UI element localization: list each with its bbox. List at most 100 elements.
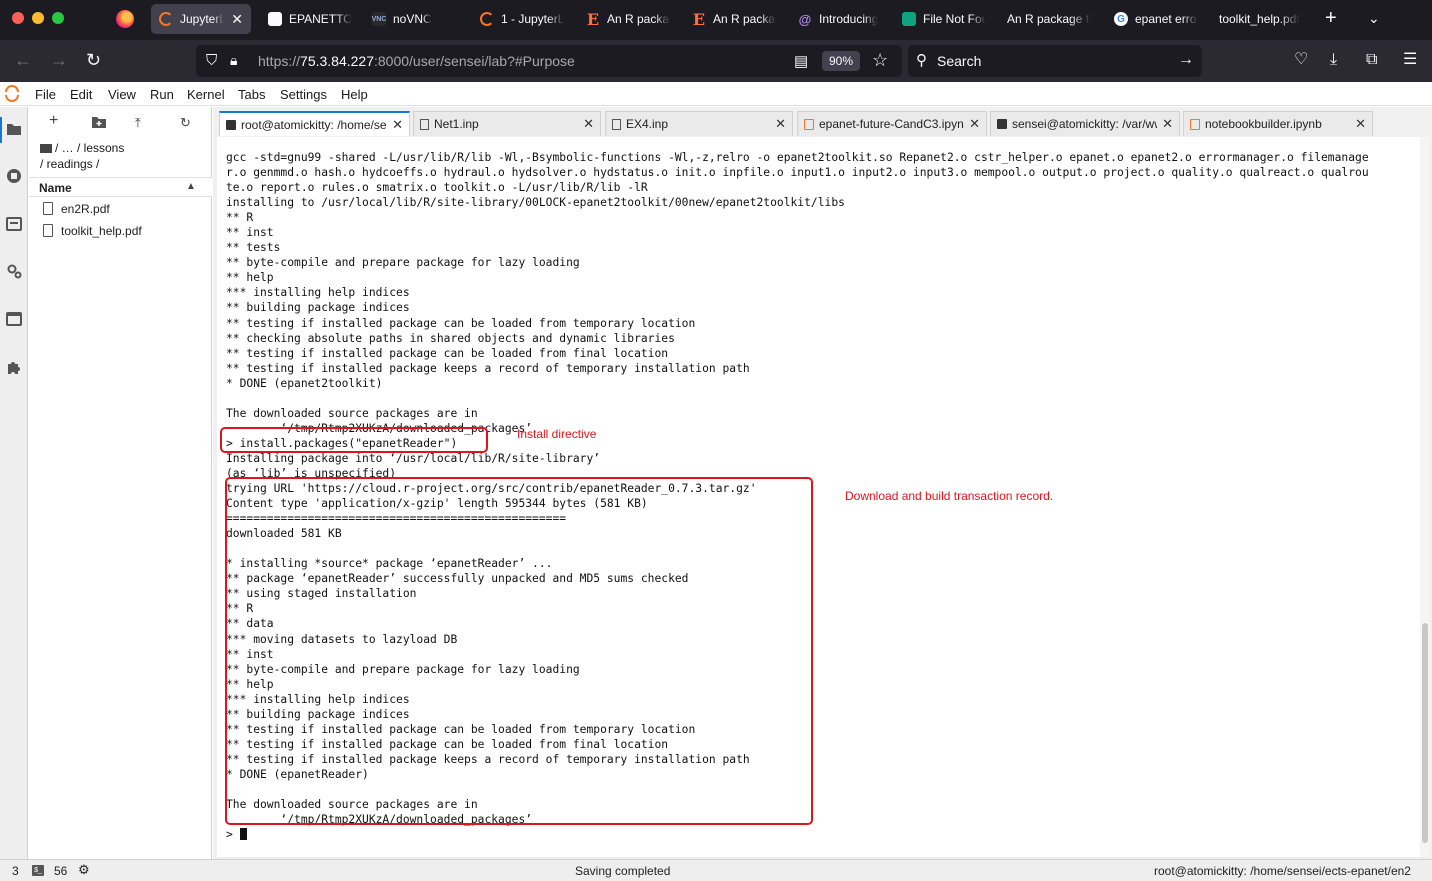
menu-view[interactable]: View [108,87,136,102]
terminal-scrollbar[interactable] [1420,137,1430,857]
breadcrumb[interactable]: / … / lessons / readings / [40,140,205,172]
browser-tab-epanettools[interactable]: EPANETTOOLS [260,4,360,34]
chevron-down-icon[interactable]: ⌄ [1368,10,1380,27]
kernel-status-icon[interactable]: ⚙ [78,862,90,878]
terminal-line: installing to /usr/local/lib/R/site-libr… [226,196,845,210]
tab-ex4-inp[interactable]: EX4.inp ✕ [605,111,793,136]
browser-tab-file-not-found[interactable]: File Not Found [894,4,994,34]
install-directive-highlight [220,427,488,453]
back-arrow-icon[interactable]: ← [14,50,32,70]
menu-help[interactable]: Help [341,87,368,102]
search-placeholder: Search [937,53,982,69]
new-launcher-icon[interactable]: + [49,112,58,130]
file-name[interactable]: toolkit_help.pdf [61,224,142,238]
scrollbar-thumb[interactable] [1422,623,1428,843]
url-text[interactable]: https://75.3.84.227:8000/user/sensei/lab… [258,53,575,69]
running-kernels-icon[interactable] [6,168,22,184]
tab-terminal-root[interactable]: root@atomickitty: /home/sensei ✕ [219,111,410,136]
terminal-line: ** testing if installed package keeps a … [226,361,750,375]
close-icon[interactable]: ✕ [392,117,403,133]
file-name[interactable]: en2R.pdf [61,202,110,216]
download-record-label: Download and build transaction record. [845,489,1054,503]
folder-icon[interactable] [6,121,22,137]
breadcrumb-path-continued[interactable]: / readings / [40,157,99,171]
browser-tab-r-package-2[interactable]: E An R package [684,4,784,34]
tab-epanet-future-notebook[interactable]: epanet-future-CandC3.ipynb ✕ [797,111,987,136]
browser-tab-toolkit-help[interactable]: toolkit_help.pdf [1211,4,1315,34]
browser-tab-jupyterlab[interactable]: JupyterLab ✕ [151,4,251,34]
extensions-puzzle-icon[interactable] [6,359,22,375]
tab-notebookbuilder[interactable]: notebookbuilder.ipynb ✕ [1183,111,1373,136]
reload-icon[interactable]: ↻ [86,50,101,70]
file-item[interactable]: en2R.pdf [29,198,212,220]
minimize-window-button[interactable] [32,12,44,24]
browser-tab-r-package[interactable]: E An R package [578,4,678,34]
terminal-line: ** testing if installed package can be l… [226,316,696,330]
downloads-icon[interactable]: ⤓ [1330,50,1337,70]
sort-ascending-icon[interactable]: ▲ [186,181,196,192]
upload-icon[interactable]: ⤒ [135,115,141,131]
new-folder-icon[interactable] [92,116,106,128]
close-icon[interactable]: ✕ [1162,116,1173,132]
browser-tab-introducing[interactable]: @ Introducing [790,4,890,34]
new-tab-icon[interactable]: + [1325,8,1337,28]
menu-settings[interactable]: Settings [280,87,327,102]
close-tab-icon[interactable]: ✕ [231,11,243,28]
tab-terminal-sensei[interactable]: sensei@atomickitty: /var/www ✕ [990,111,1180,136]
terminal-cursor[interactable] [239,828,247,841]
pocket-icon[interactable]: ♡ [1294,50,1308,70]
close-icon[interactable]: ✕ [1355,116,1366,132]
file-item[interactable]: toolkit_help.pdf [29,220,212,242]
search-input[interactable]: ⚲ Search → [908,45,1202,77]
menu-edit[interactable]: Edit [70,87,92,102]
browser-tab-epanet-error[interactable]: G epanet error [1106,4,1206,34]
browser-tab-r-package-3[interactable]: An R package fo [999,4,1099,34]
menu-tabs[interactable]: Tabs [238,87,265,102]
forward-arrow-icon[interactable]: → [50,50,68,70]
zoom-window-button[interactable] [52,12,64,24]
browser-tab-jupyterlab-2[interactable]: 1 - JupyterLab [472,4,572,34]
jupyter-logo-icon [4,85,20,102]
terminal-pane[interactable]: gcc -std=gnu99 -shared -L/usr/lib/R/lib … [217,137,1430,857]
terminal-icon[interactable]: $_ [32,865,44,876]
close-icon[interactable]: ✕ [969,116,980,132]
tabs-panel-icon[interactable] [6,311,22,327]
go-arrow-icon[interactable]: → [1178,51,1194,69]
status-bar: 3 $_ 56 ⚙ Saving completed root@atomicki… [0,859,1432,881]
lock-icon[interactable]: 🔒︎ [230,52,237,69]
property-inspector-gear-icon[interactable] [6,263,22,279]
bookmark-star-icon[interactable]: ☆ [872,50,888,71]
close-window-button[interactable] [12,12,24,24]
file-icon [43,224,53,237]
terminal-line: ** checking absolute paths in shared obj… [226,331,675,345]
spiral-icon: @ [798,11,812,27]
firefox-view-icon[interactable] [116,10,134,28]
kernel-count[interactable]: 3 [12,864,19,878]
notebook-icon [804,118,814,130]
breadcrumb-path[interactable]: / … / lessons [55,141,124,155]
menu-run[interactable]: Run [150,87,174,102]
terminal-line: te.o report.o rules.o smatrix.o toolkit.… [226,181,648,195]
terminal-line: Installing package into ‘/usr/local/lib/… [226,451,601,465]
file-list-header[interactable]: Name ▲ [29,177,212,197]
refresh-icon[interactable]: ↻ [180,115,191,131]
terminal-count[interactable]: 56 [54,864,67,878]
menu-file[interactable]: File [35,87,56,102]
e-letter-icon: E [586,9,600,29]
close-icon[interactable]: ✕ [583,116,594,132]
shield-icon[interactable]: ⛉ [206,52,217,69]
terminal-icon [997,119,1007,129]
reader-view-icon[interactable]: ▤ [794,52,808,70]
zoom-level-button[interactable]: 90% [822,51,861,71]
browser-tab-novnc[interactable]: VNC noVNC [364,4,464,34]
terminal-prompt-line[interactable]: > [226,827,1406,842]
extensions-icon[interactable]: ⧉ [1366,50,1377,70]
tab-net1-inp[interactable]: Net1.inp ✕ [413,111,601,136]
close-icon[interactable]: ✕ [775,116,786,132]
hamburger-menu-icon[interactable]: ☰ [1403,50,1417,70]
name-column-header[interactable]: Name [39,181,72,195]
url-bar[interactable]: ⛉ 🔒︎ https://75.3.84.227:8000/user/sense… [196,45,902,77]
folder-icon[interactable] [40,144,52,153]
menu-kernel[interactable]: Kernel [187,87,225,102]
commands-icon[interactable] [6,216,22,232]
